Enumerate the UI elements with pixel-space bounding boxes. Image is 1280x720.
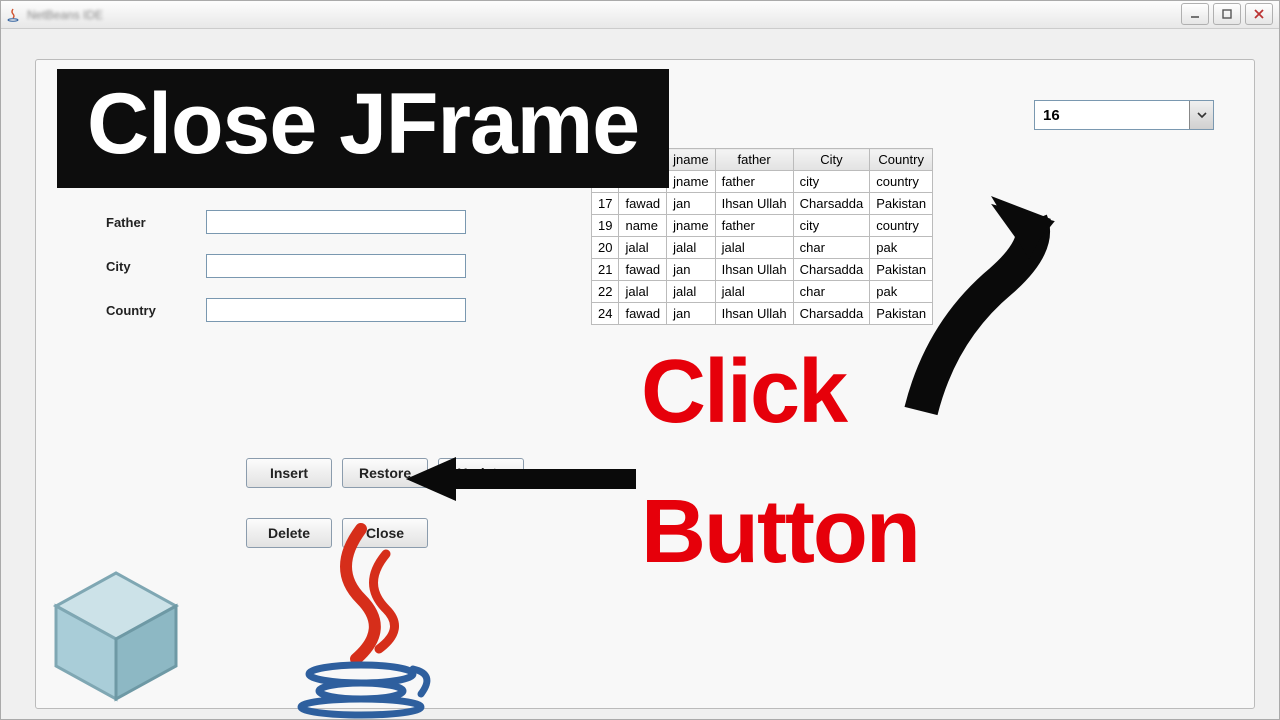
table-cell: jname: [667, 171, 715, 193]
window-title: NetBeans IDE: [27, 8, 103, 22]
table-cell: father: [715, 171, 793, 193]
chevron-down-icon: [1189, 101, 1213, 129]
city-input[interactable]: [206, 254, 466, 278]
window-frame: NetBeans IDE 16 IDnamejnamefatherCityCou…: [0, 0, 1280, 720]
insert-button[interactable]: Insert: [246, 458, 332, 488]
table-cell: city: [793, 215, 870, 237]
table-cell: Charsadda: [793, 193, 870, 215]
table-cell: Ihsan Ullah: [715, 303, 793, 325]
table-cell: 22: [592, 281, 619, 303]
father-input[interactable]: [206, 210, 466, 234]
table-cell: Ihsan Ullah: [715, 259, 793, 281]
arrow-curved-icon: [881, 181, 1121, 421]
form-area: Father City Country: [106, 210, 536, 342]
table-header[interactable]: jname: [667, 149, 715, 171]
father-label: Father: [106, 215, 206, 230]
table-cell: jname: [667, 215, 715, 237]
table-cell: Charsadda: [793, 303, 870, 325]
city-label: City: [106, 259, 206, 274]
table-header[interactable]: father: [715, 149, 793, 171]
table-cell: city: [793, 171, 870, 193]
java-icon: [5, 7, 21, 23]
table-cell: jalal: [715, 237, 793, 259]
table-cell: jalal: [667, 237, 715, 259]
table-cell: jalal: [619, 281, 667, 303]
record-combo[interactable]: 16: [1034, 100, 1214, 130]
table-cell: name: [619, 215, 667, 237]
table-cell: 21: [592, 259, 619, 281]
close-window-button[interactable]: [1245, 3, 1273, 25]
table-cell: fawad: [619, 259, 667, 281]
java-logo-icon: [261, 519, 461, 719]
overlay-button-text: Button: [641, 481, 919, 584]
netbeans-cube-icon: [41, 561, 191, 711]
table-cell: 19: [592, 215, 619, 237]
titlebar: NetBeans IDE: [1, 1, 1279, 29]
table-cell: 17: [592, 193, 619, 215]
table-header[interactable]: Country: [870, 149, 933, 171]
table-cell: Charsadda: [793, 259, 870, 281]
table-cell: fawad: [619, 303, 667, 325]
table-cell: father: [715, 215, 793, 237]
table-cell: jan: [667, 193, 715, 215]
table-cell: jalal: [667, 281, 715, 303]
table-cell: jalal: [715, 281, 793, 303]
arrow-left-icon: [401, 449, 641, 509]
table-cell: 24: [592, 303, 619, 325]
overlay-title: Close JFrame: [57, 69, 669, 188]
maximize-button[interactable]: [1213, 3, 1241, 25]
country-input[interactable]: [206, 298, 466, 322]
country-label: Country: [106, 303, 206, 318]
table-cell: char: [793, 281, 870, 303]
overlay-click-text: Click: [641, 341, 846, 444]
table-cell: char: [793, 237, 870, 259]
table-cell: fawad: [619, 193, 667, 215]
minimize-button[interactable]: [1181, 3, 1209, 25]
table-cell: Ihsan Ullah: [715, 193, 793, 215]
table-cell: jalal: [619, 237, 667, 259]
table-cell: jan: [667, 303, 715, 325]
combo-value: 16: [1035, 107, 1189, 124]
table-cell: 20: [592, 237, 619, 259]
table-header[interactable]: City: [793, 149, 870, 171]
table-cell: jan: [667, 259, 715, 281]
